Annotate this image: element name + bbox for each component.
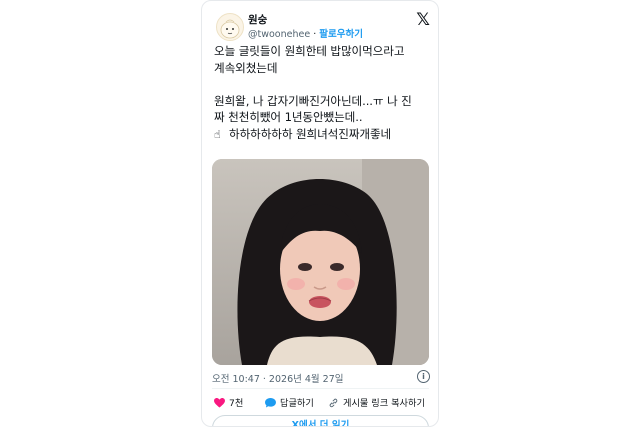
avatar[interactable] bbox=[216, 13, 244, 41]
divider bbox=[212, 388, 429, 389]
author-handle[interactable]: @twoonehee bbox=[248, 29, 310, 40]
reply-label: 답글하기 bbox=[280, 398, 314, 409]
tweet-card: 원숭 @twoonehee · 팔로우하기 𝕏 오늘 글릿들이 원희한테 밥많이… bbox=[201, 0, 439, 427]
x-logo-icon[interactable]: 𝕏 bbox=[416, 10, 430, 30]
timestamp[interactable]: 오전 10:47 · 2026년 4월 27일 bbox=[212, 374, 344, 385]
tweet-meta: 오전 10:47 · 2026년 4월 27일 i bbox=[212, 370, 430, 385]
info-icon[interactable]: i bbox=[417, 370, 430, 383]
avatar-character-icon bbox=[220, 19, 240, 39]
link-icon bbox=[329, 398, 338, 408]
tweet-actions: 7천 답글하기 게시물 링크 복사하기 bbox=[212, 395, 430, 409]
speech-bubble-icon bbox=[265, 398, 276, 408]
tweet-header: 원숭 @twoonehee · 팔로우하기 𝕏 bbox=[212, 8, 430, 41]
copy-link-label: 게시물 링크 복사하기 bbox=[343, 398, 425, 409]
tweet-text-last-line: 하하하하하하 원희녀석진짜개좋네 bbox=[229, 126, 392, 141]
read-more-button[interactable]: X에서 더 읽기 bbox=[212, 415, 429, 426]
tweet-text-main: 오늘 글릿들이 원희한테 밥많이먹으라고 계속외쳤는데 원희왈, 나 갑자기빠진… bbox=[214, 44, 412, 124]
heart-icon bbox=[214, 398, 225, 408]
follow-button[interactable]: 팔로우하기 bbox=[319, 29, 363, 40]
portrait-photo bbox=[212, 159, 429, 365]
pointing-hand-emoji: ☝ bbox=[214, 127, 221, 141]
copy-link-button[interactable]: 게시물 링크 복사하기 bbox=[328, 395, 425, 409]
like-button[interactable]: 7천 bbox=[214, 395, 243, 409]
tweet-text: 오늘 글릿들이 원희한테 밥많이먹으라고 계속외쳤는데 원희왈, 나 갑자기빠진… bbox=[214, 43, 432, 143]
handle-row: @twoonehee · 팔로우하기 bbox=[248, 26, 363, 40]
author-name[interactable]: 원숭 bbox=[248, 12, 267, 27]
reply-button[interactable]: 답글하기 bbox=[265, 395, 314, 409]
tweet-media-photo[interactable] bbox=[212, 159, 429, 365]
like-count: 7천 bbox=[229, 398, 244, 409]
